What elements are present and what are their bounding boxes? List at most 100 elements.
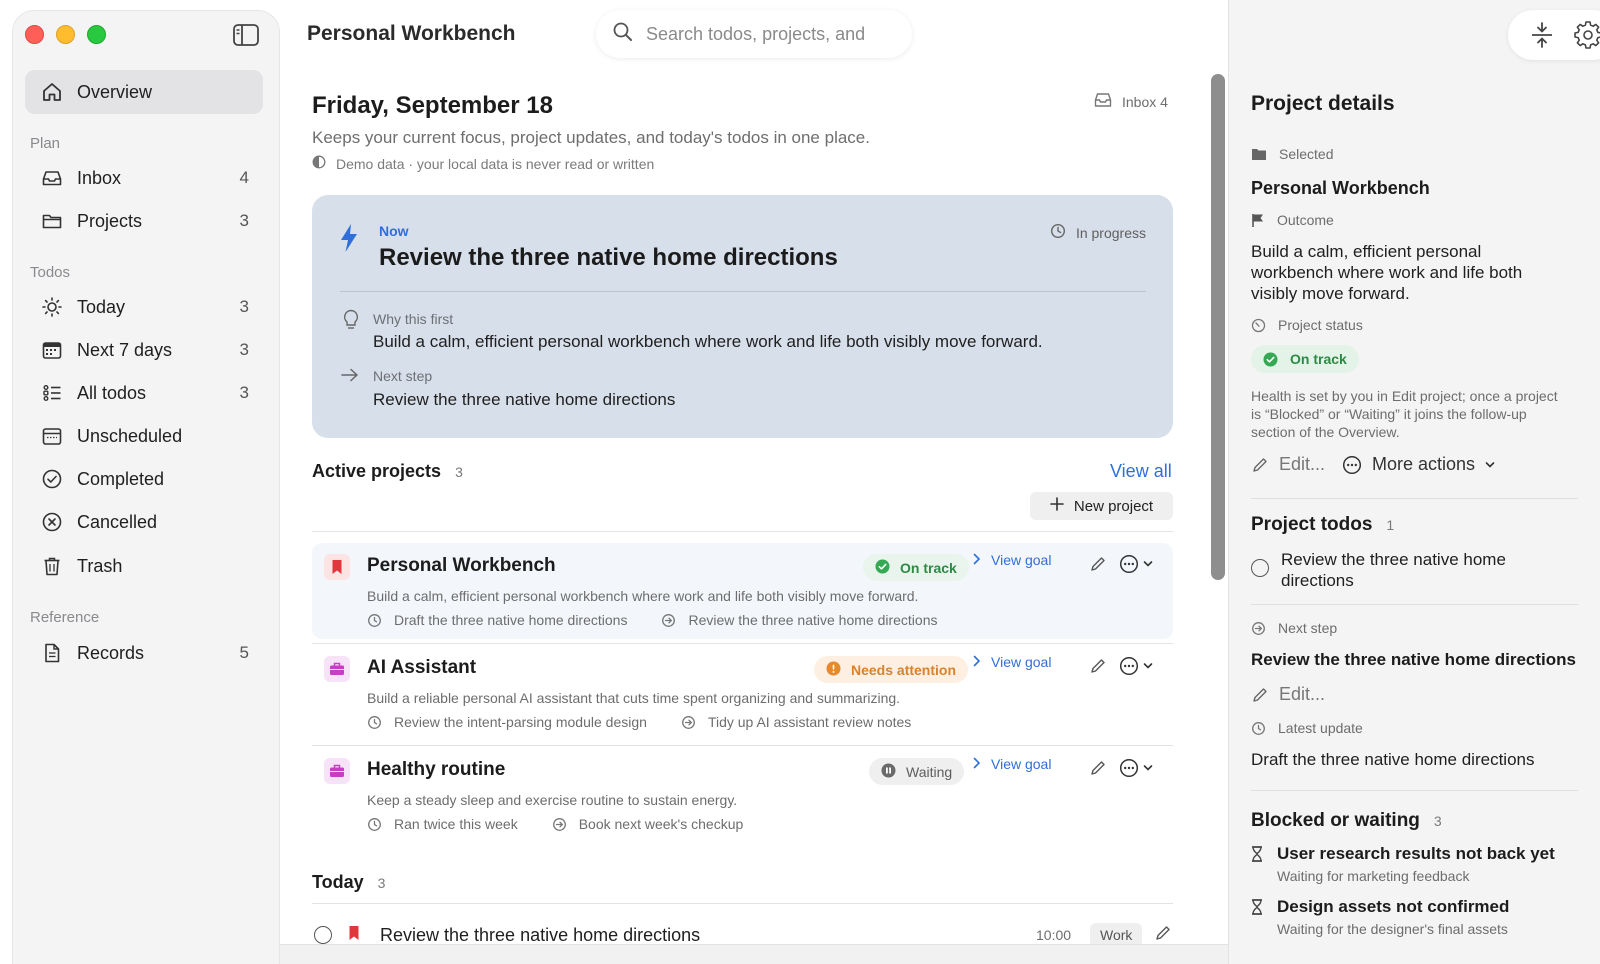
bookmark-icon xyxy=(324,554,350,580)
inbox-icon xyxy=(41,167,63,189)
why-text: Build a calm, efficient personal workben… xyxy=(373,332,1043,351)
project-meta: Draft the three native home directions R… xyxy=(367,612,938,628)
project-name: Healthy routine xyxy=(367,759,506,780)
edit-pencil-icon[interactable] xyxy=(1089,555,1107,578)
active-projects-title: Active projects xyxy=(312,461,442,481)
more-actions-menu[interactable] xyxy=(1119,656,1153,676)
project-status-value: On track xyxy=(1290,351,1347,367)
sidebar-item-count: 3 xyxy=(239,211,249,230)
sidebar-item-label: All todos xyxy=(77,382,147,403)
project-name: Personal Workbench xyxy=(367,555,556,576)
edit-pencil-icon[interactable] xyxy=(1089,759,1107,782)
blocked-item[interactable]: User research results not back yet Waiti… xyxy=(1251,844,1555,884)
today-heading: Today 3 xyxy=(312,872,385,893)
minimize-window-button[interactable] xyxy=(56,25,75,44)
next-step-label: Next step xyxy=(1251,620,1337,636)
sidebar-item-trash[interactable]: Trash xyxy=(25,544,263,588)
arrow-circle-icon xyxy=(681,715,695,729)
focus-card[interactable]: Now Review the three native home directi… xyxy=(312,195,1173,438)
gear-icon[interactable] xyxy=(1574,21,1600,54)
next-step-text: Review the three native home directions xyxy=(1251,650,1576,669)
edit-next-step-button[interactable]: Edit... xyxy=(1251,684,1325,705)
arrow-circle-icon xyxy=(662,613,676,627)
blocked-item[interactable]: Design assets not confirmed Waiting for … xyxy=(1251,897,1509,937)
ellipsis-circle-icon xyxy=(1119,554,1139,574)
folder-icon xyxy=(41,210,63,232)
sidebar-item-label: Completed xyxy=(77,468,165,489)
calendar-blank-icon xyxy=(41,425,63,447)
new-project-button[interactable]: New project xyxy=(1030,492,1173,520)
search-bar[interactable] xyxy=(596,10,912,58)
zoom-window-button[interactable] xyxy=(87,25,106,44)
divider xyxy=(1251,604,1578,605)
active-projects-count: 3 xyxy=(455,464,463,480)
edit-project-button[interactable]: Edit... xyxy=(1251,454,1325,475)
sidebar-item-cancelled[interactable]: Cancelled xyxy=(25,500,263,544)
view-goal-link[interactable]: View goal xyxy=(973,654,1051,670)
project-row[interactable]: AI Assistant Needs attention View goal B… xyxy=(312,645,1173,741)
project-row[interactable]: Personal Workbench On track View goal Bu… xyxy=(312,543,1173,639)
sidebar-item-label: Today xyxy=(77,296,126,317)
latest-update-text: Draft the three native home directions xyxy=(1251,750,1535,769)
sidebar-item-unscheduled[interactable]: Unscheduled xyxy=(25,414,263,458)
search-input[interactable] xyxy=(646,23,882,45)
sidebar-item-projects[interactable]: Projects 3 xyxy=(25,199,263,243)
next-step-label-text: Next step xyxy=(1278,620,1338,636)
new-project-label: New project xyxy=(1073,497,1154,515)
bolt-icon xyxy=(338,223,360,258)
view-goal-label: View goal xyxy=(991,756,1052,772)
sidebar-item-next-7-days[interactable]: Next 7 days 3 xyxy=(25,328,263,372)
more-actions-menu[interactable] xyxy=(1119,554,1153,574)
sidebar-item-inbox[interactable]: Inbox 4 xyxy=(25,156,263,200)
todo-title: Review the three native home directions xyxy=(380,924,701,945)
ellipsis-circle-icon xyxy=(1119,758,1139,778)
lightbulb-icon xyxy=(342,309,360,336)
view-all-link[interactable]: View all xyxy=(1110,461,1172,482)
sidebar-toggle-icon[interactable] xyxy=(233,24,259,46)
outcome-label-text: Outcome xyxy=(1277,212,1334,228)
status-label: On track xyxy=(900,559,957,576)
focus-divider xyxy=(340,291,1146,292)
sidebar-item-completed[interactable]: Completed xyxy=(25,457,263,501)
sidebar-item-records[interactable]: Records 5 xyxy=(25,631,263,675)
view-goal-link[interactable]: View goal xyxy=(973,552,1051,568)
view-goal-link[interactable]: View goal xyxy=(973,756,1051,772)
chevron-right-icon xyxy=(973,552,981,568)
briefcase-icon xyxy=(324,656,350,682)
outcome-label: Outcome xyxy=(1251,212,1334,228)
divider xyxy=(312,745,1173,746)
sidebar: Overview Plan Inbox 4 Projects 3 Todos T… xyxy=(12,10,280,964)
status-badge: Waiting xyxy=(869,758,965,785)
project-todo-item[interactable]: Review the three native home directions xyxy=(1251,549,1571,591)
edit-pencil-icon[interactable] xyxy=(1089,657,1107,680)
sidebar-item-count: 5 xyxy=(239,643,249,662)
trash-icon xyxy=(41,555,63,577)
next-step-label: Next step xyxy=(373,368,433,384)
project-row[interactable]: Healthy routine Waiting View goal Keep a… xyxy=(312,747,1173,843)
hourglass-icon xyxy=(1252,899,1262,915)
sidebar-item-all-todos[interactable]: All todos 3 xyxy=(25,371,263,415)
edit-label: Edit... xyxy=(1279,684,1326,704)
document-icon xyxy=(41,642,63,664)
close-window-button[interactable] xyxy=(25,25,44,44)
blocked-item-title: Design assets not confirmed xyxy=(1277,897,1510,916)
divider xyxy=(312,643,1173,644)
demo-note-text: Demo data · your local data is never rea… xyxy=(336,155,655,172)
focus-status: In progress xyxy=(1050,223,1146,242)
sidebar-item-today[interactable]: Today 3 xyxy=(25,285,263,329)
window-controls xyxy=(25,25,106,44)
inbox-chip[interactable]: Inbox 4 xyxy=(1094,92,1168,111)
collapse-icon[interactable] xyxy=(1528,21,1556,54)
next-step: Review the three native home directions xyxy=(688,612,938,628)
main-scrollbar[interactable] xyxy=(1211,74,1225,580)
alert-circle-icon xyxy=(826,661,841,679)
more-actions-button[interactable]: More actions xyxy=(1342,454,1495,475)
check-circle-icon xyxy=(875,559,890,577)
sidebar-item-overview[interactable]: Overview xyxy=(25,70,263,114)
todo-checkbox[interactable] xyxy=(314,926,332,944)
more-actions-menu[interactable] xyxy=(1119,758,1153,778)
todo-checkbox[interactable] xyxy=(1251,559,1269,577)
check-circle-icon xyxy=(41,468,63,490)
chevron-right-icon xyxy=(973,654,981,670)
selected-project-name: Personal Workbench xyxy=(1251,178,1430,198)
